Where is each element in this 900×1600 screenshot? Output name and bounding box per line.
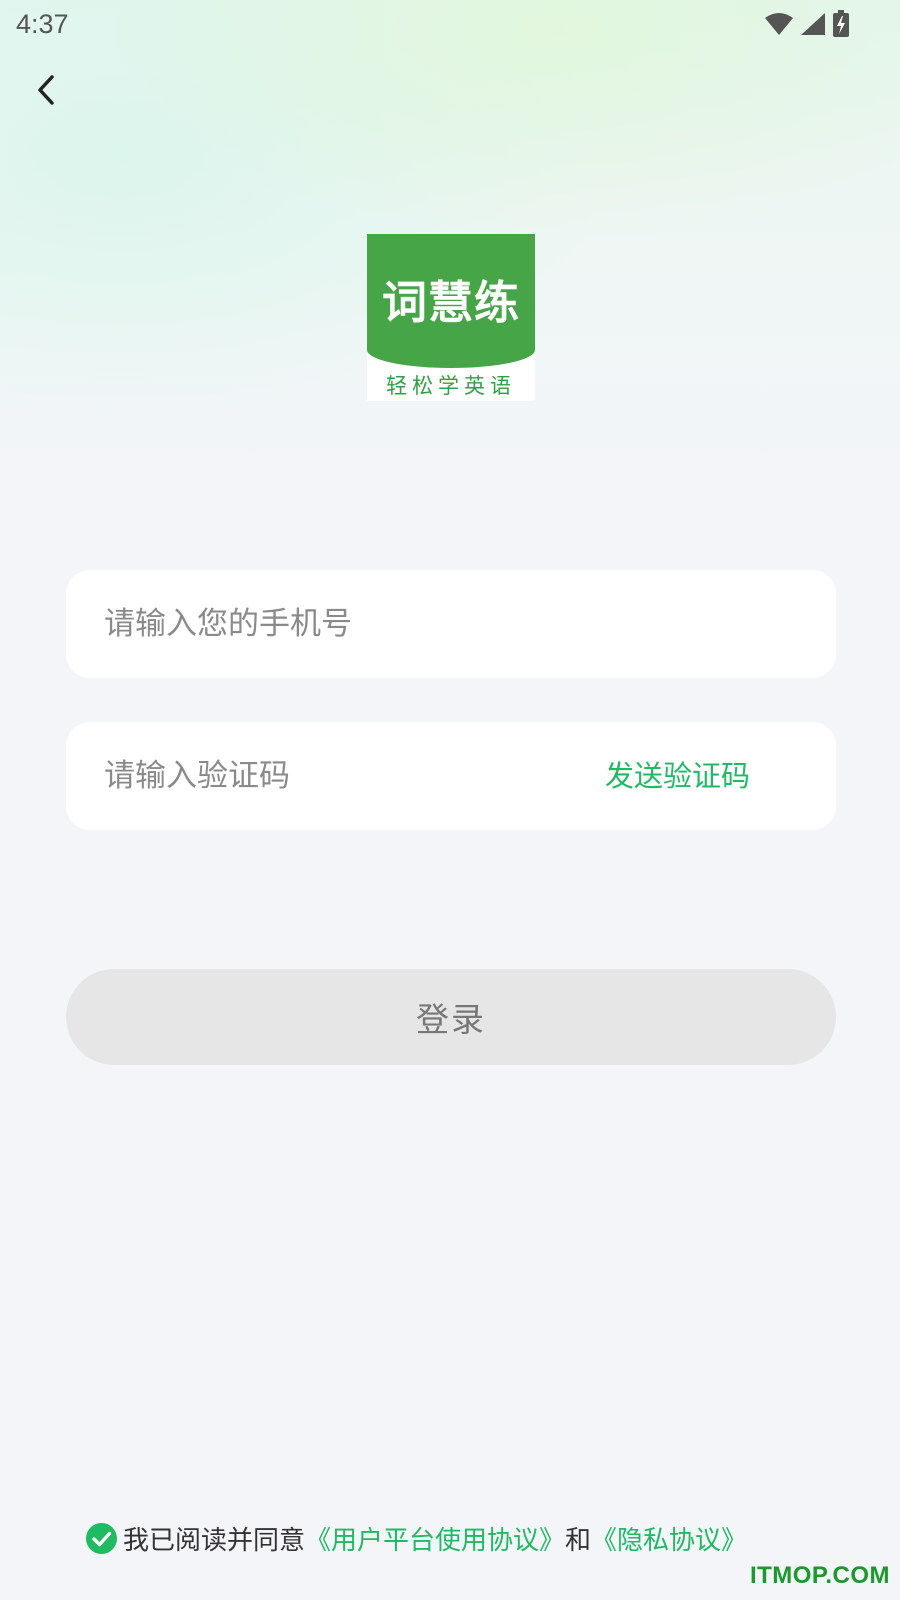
user-agreement-link[interactable]: 《用户平台使用协议》 [305,1520,565,1557]
privacy-policy-link[interactable]: 《隐私协议》 [591,1520,747,1557]
wifi-icon [764,12,794,40]
phone-input[interactable] [104,570,584,678]
send-code-button[interactable]: 发送验证码 [605,722,750,830]
code-field: 发送验证码 [66,722,836,830]
chevron-left-icon [35,74,57,110]
logo-subtitle: 轻松学英语 [386,374,516,398]
cellular-signal-icon [800,12,826,40]
check-circle-icon [86,1522,117,1554]
login-button[interactable]: 登录 [66,969,836,1065]
verification-code-input[interactable] [104,722,584,830]
agreement-conjunction: 和 [565,1525,592,1556]
agreement-prefix: 我已阅读并同意 [123,1525,306,1556]
agreement-checkbox[interactable] [86,1522,117,1554]
status-bar: 4:37 [0,0,900,50]
battery-charging-icon [832,10,850,42]
logo-title: 词慧练 [381,276,520,329]
app-logo: 词慧练 轻松学英语 [367,234,535,401]
phone-field [66,570,836,678]
login-screen: 4:37 词慧练 轻松学英语 请输入您的手机号 请输入验证码 发送验证码 登录 … [0,0,900,1600]
status-time: 4:37 [16,9,69,39]
back-button[interactable] [26,70,66,114]
agreement-row: 我已阅读并同意 《用户平台使用协议》 和 《隐私协议》 [86,1518,747,1558]
watermark: ITMOP.COM [749,1562,890,1589]
status-icons [764,10,850,42]
